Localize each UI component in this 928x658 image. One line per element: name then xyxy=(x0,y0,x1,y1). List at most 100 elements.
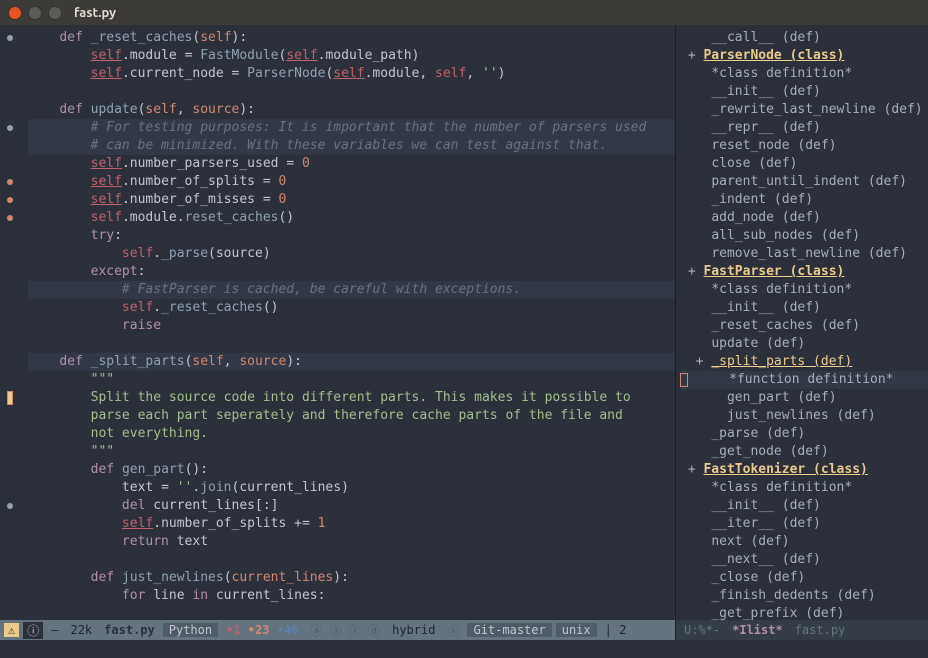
outline-item[interactable]: _reset_caches (def) xyxy=(680,317,928,335)
modeline-left: ⚠ ⓘ — 22k fast.py Python •1 •23 •46 ⓐ ⓐ … xyxy=(0,620,675,640)
gutter-mark xyxy=(0,191,20,209)
code-line[interactable]: """ xyxy=(28,371,675,389)
warn-icon: ⚠ xyxy=(4,623,19,637)
code-line[interactable]: try: xyxy=(28,227,675,245)
modeline-right: U:%*- *Ilist* fast.py xyxy=(676,620,928,640)
ml-ilist-file: fast.py xyxy=(791,623,850,637)
outline-item[interactable]: *function definition* xyxy=(680,371,928,389)
ml-major-mode[interactable]: Python xyxy=(163,623,218,637)
outline-item[interactable]: __iter__ (def) xyxy=(680,515,928,533)
code-line[interactable]: self._reset_caches() xyxy=(28,299,675,317)
info-icon: ⓘ xyxy=(23,622,43,639)
minimize-button[interactable] xyxy=(28,6,42,20)
code-line[interactable] xyxy=(28,335,675,353)
outline-item[interactable]: update (def) xyxy=(680,335,928,353)
outline-item[interactable]: next (def) xyxy=(680,533,928,551)
code-line[interactable]: self.number_of_splits += 1 xyxy=(28,515,675,533)
close-button[interactable] xyxy=(8,6,22,20)
code-line[interactable]: self._parse(source) xyxy=(28,245,675,263)
code-line[interactable]: def _split_parts(self, source): xyxy=(28,353,675,371)
outline-item[interactable]: + FastParser (class) xyxy=(680,263,928,281)
outline-item[interactable]: __call__ (def) xyxy=(680,29,928,47)
gutter-mark xyxy=(0,281,20,299)
code-line[interactable]: self.number_of_misses = 0 xyxy=(28,191,675,209)
code-line[interactable] xyxy=(28,551,675,569)
code-line[interactable]: # For testing purposes: It is important … xyxy=(28,119,675,137)
gutter-mark xyxy=(0,227,20,245)
code-line[interactable] xyxy=(28,83,675,101)
code-line[interactable]: text = ''.join(current_lines) xyxy=(28,479,675,497)
outline-item[interactable]: __init__ (def) xyxy=(680,497,928,515)
gutter-mark xyxy=(0,209,20,227)
gutter-mark xyxy=(0,101,20,119)
gutter-mark xyxy=(0,353,20,371)
outline-item[interactable]: _get_prefix (def) xyxy=(680,605,928,620)
gutter-mark xyxy=(0,335,20,353)
outline-item[interactable]: close (def) xyxy=(680,155,928,173)
ml-hybrid: hybrid xyxy=(388,623,439,637)
outline-item[interactable]: just_newlines (def) xyxy=(680,407,928,425)
outline-item[interactable]: + FastTokenizer (class) xyxy=(680,461,928,479)
code-line[interactable]: def just_newlines(current_lines): xyxy=(28,569,675,587)
outline-item[interactable]: *class definition* xyxy=(680,479,928,497)
outline-item[interactable]: reset_node (def) xyxy=(680,137,928,155)
outline-item[interactable]: _rewrite_last_newline (def) xyxy=(680,101,928,119)
code-line[interactable]: except: xyxy=(28,263,675,281)
outline-item[interactable]: __next__ (def) xyxy=(680,551,928,569)
minibuffer[interactable] xyxy=(0,640,928,658)
maximize-button[interactable] xyxy=(48,6,62,20)
err-count-red: •1 xyxy=(226,623,240,637)
ml-kill-icon: ⓚ xyxy=(443,622,463,639)
gutter-mark xyxy=(0,317,20,335)
outline-item[interactable]: parent_until_indent (def) xyxy=(680,173,928,191)
code-line[interactable]: for line in current_lines: xyxy=(28,587,675,605)
outline-item[interactable]: _indent (def) xyxy=(680,191,928,209)
code-line[interactable]: # can be minimized. With these variables… xyxy=(28,137,675,155)
code-line[interactable]: parse each part seperately and therefore… xyxy=(28,407,675,425)
code-line[interactable]: raise xyxy=(28,317,675,335)
outline-item[interactable]: + _split_parts (def) xyxy=(680,353,928,371)
code-line[interactable]: # FastParser is cached, be careful with … xyxy=(28,281,675,299)
outline-item[interactable]: __repr__ (def) xyxy=(680,119,928,137)
code-line[interactable]: Split the source code into different par… xyxy=(28,389,675,407)
gutter-mark xyxy=(0,299,20,317)
outline-item[interactable]: __init__ (def) xyxy=(680,299,928,317)
outline-list[interactable]: __call__ (def) + ParserNode (class) *cla… xyxy=(676,25,928,620)
outline-item[interactable]: remove_last_newline (def) xyxy=(680,245,928,263)
outline-item[interactable]: __init__ (def) xyxy=(680,83,928,101)
ml-size: 22k xyxy=(66,623,96,637)
outline-item[interactable]: gen_part (def) xyxy=(680,389,928,407)
ml-git[interactable]: Git-master xyxy=(467,623,551,637)
outline-item[interactable]: *class definition* xyxy=(680,65,928,83)
gutter-mark xyxy=(0,245,20,263)
code-line[interactable]: self.module = FastModule(self.module_pat… xyxy=(28,47,675,65)
code-line[interactable]: not everything. xyxy=(28,425,675,443)
code-line[interactable]: self.number_parsers_used = 0 xyxy=(28,155,675,173)
code-line[interactable]: return text xyxy=(28,533,675,551)
outline-item[interactable]: _finish_dedents (def) xyxy=(680,587,928,605)
code-line[interactable]: self.module.reset_caches() xyxy=(28,209,675,227)
code-line[interactable]: def gen_part(): xyxy=(28,461,675,479)
err-count-blue: •46 xyxy=(277,623,299,637)
gutter-mark xyxy=(0,569,20,587)
outline-item[interactable]: _get_node (def) xyxy=(680,443,928,461)
code-line[interactable]: self.current_node = ParserNode(self.modu… xyxy=(28,65,675,83)
gutter-mark xyxy=(0,425,20,443)
outline-item[interactable]: add_node (def) xyxy=(680,209,928,227)
code-line[interactable]: def update(self, source): xyxy=(28,101,675,119)
code-buffer[interactable]: def _reset_caches(self): self.module = F… xyxy=(20,25,675,620)
ml-dash: — xyxy=(47,623,62,637)
outline-item[interactable]: _close (def) xyxy=(680,569,928,587)
outline-item[interactable]: _parse (def) xyxy=(680,425,928,443)
code-area[interactable]: def _reset_caches(self): self.module = F… xyxy=(0,25,675,620)
gutter-mark xyxy=(0,389,20,407)
code-line[interactable]: self.number_of_splits = 0 xyxy=(28,173,675,191)
code-line[interactable]: def _reset_caches(self): xyxy=(28,29,675,47)
outline-item[interactable]: + ParserNode (class) xyxy=(680,47,928,65)
outline-item[interactable]: all_sub_nodes (def) xyxy=(680,227,928,245)
ml-ilist: *Ilist* xyxy=(728,623,787,637)
outline-item[interactable]: *class definition* xyxy=(680,281,928,299)
code-line[interactable]: del current_lines[:] xyxy=(28,497,675,515)
code-line[interactable]: """ xyxy=(28,443,675,461)
gutter-mark xyxy=(0,479,20,497)
